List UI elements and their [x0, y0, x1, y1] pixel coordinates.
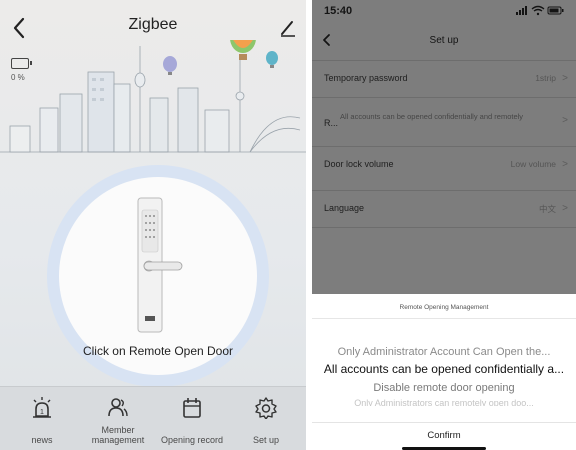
- row-label: Language: [324, 203, 365, 213]
- calendar-icon: [183, 398, 201, 418]
- page-title: Set up: [429, 35, 459, 46]
- gear-icon: [255, 397, 277, 419]
- chevron-right-icon: >: [562, 115, 568, 126]
- row-value: Low volume: [510, 159, 556, 169]
- picker-option-selected[interactable]: All accounts can be opened confidentiall…: [312, 362, 576, 376]
- tab-opening-record-label: Opening record: [160, 435, 224, 445]
- chevron-right-icon: >: [562, 203, 568, 214]
- svg-text:1: 1: [40, 409, 44, 416]
- picker-option[interactable]: Only Administrator Account Can Open the.…: [312, 346, 576, 358]
- row-label: R...: [324, 118, 339, 128]
- chevron-right-icon: >: [562, 159, 568, 170]
- tab-member-management-label: Member management: [91, 425, 145, 445]
- battery-icon: [11, 58, 32, 69]
- picker-option[interactable]: Only Administrators can remotely open do…: [312, 398, 576, 406]
- bottom-tab-bar: 1 news Member management Opening record: [0, 386, 306, 450]
- tab-news[interactable]: 1 news: [4, 387, 80, 450]
- sheet-title: Remote Opening Management: [399, 304, 489, 311]
- row-door-lock-volume[interactable]: Door lock volume Low volume >: [312, 147, 576, 183]
- row-divider: [312, 227, 576, 228]
- members-icon: [108, 398, 128, 417]
- sheet-divider: [312, 422, 576, 423]
- setup-screen: 15:40 Set up Temporary password 1strip >…: [312, 0, 576, 450]
- row-temporary-password[interactable]: Temporary password 1strip >: [312, 61, 576, 97]
- sheet-divider: [312, 318, 576, 319]
- confirm-button[interactable]: Confirm: [312, 430, 576, 441]
- status-icons: [516, 5, 564, 16]
- alarm-icon: 1: [33, 397, 51, 418]
- zigbee-home-screen: Zigbee 0 % Click on Remote Open Door 1 n…: [0, 0, 306, 450]
- battery-percentage: 0 %: [11, 73, 25, 82]
- chevron-right-icon: >: [562, 73, 568, 84]
- tab-set-up-label: Set up: [252, 435, 280, 445]
- row-language[interactable]: Language 中文 >: [312, 191, 576, 227]
- row-remote-opening[interactable]: R... All accounts can be opened confiden…: [312, 98, 576, 134]
- picker-option[interactable]: Disable remote door opening: [312, 382, 576, 394]
- status-time: 15:40: [324, 5, 353, 17]
- row-value: 1strip: [535, 73, 556, 83]
- row-label: Door lock volume: [324, 159, 394, 169]
- tab-member-management[interactable]: Member management: [80, 387, 156, 450]
- page-title: Zigbee: [128, 16, 178, 33]
- status-bar: 15:40: [312, 0, 576, 22]
- open-door-instruction: Click on Remote Open Door: [82, 344, 234, 358]
- row-label: Temporary password: [324, 73, 408, 83]
- city-skyline-illustration: [0, 40, 306, 153]
- edit-icon[interactable]: [278, 18, 298, 38]
- tab-opening-record[interactable]: Opening record: [154, 387, 230, 450]
- door-lock-icon[interactable]: [132, 196, 184, 336]
- row-value: All accounts can be opened confidentiall…: [340, 112, 524, 121]
- tab-news-label: news: [31, 435, 53, 445]
- tab-set-up[interactable]: Set up: [228, 387, 304, 450]
- remote-opening-picker-sheet: Remote Opening Management Only Administr…: [312, 294, 576, 450]
- row-value: 中文: [538, 204, 556, 214]
